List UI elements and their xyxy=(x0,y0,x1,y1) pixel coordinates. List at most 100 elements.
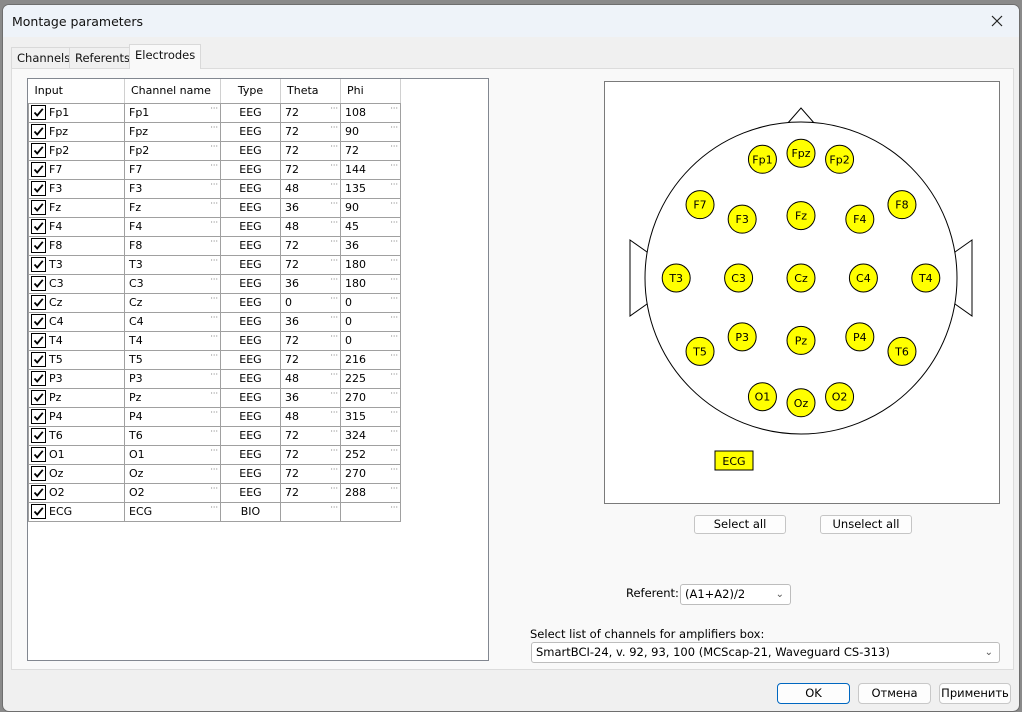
row-checkbox[interactable] xyxy=(31,446,46,462)
table-row[interactable]: O1 O1 ··· EEG 72 ··· 252 ··· xyxy=(28,444,401,465)
ellipsis-icon[interactable]: ··· xyxy=(330,161,338,170)
column-header-channel-name[interactable]: Channel name xyxy=(124,79,221,104)
ellipsis-icon[interactable]: ··· xyxy=(330,142,338,151)
cell-phi[interactable]: 0 ··· xyxy=(340,311,401,332)
row-checkbox[interactable] xyxy=(31,351,46,367)
ellipsis-icon[interactable]: ··· xyxy=(330,370,338,379)
cell-input[interactable]: O1 xyxy=(28,444,125,465)
amplifier-select[interactable]: SmartBCI-24, v. 92, 93, 100 (MCScap-21, … xyxy=(531,642,1000,663)
cell-input[interactable]: C4 xyxy=(28,311,125,332)
cell-type[interactable]: EEG xyxy=(220,292,281,313)
ellipsis-icon[interactable]: ··· xyxy=(390,256,398,265)
table-row[interactable]: F8 F8 ··· EEG 72 ··· 36 ··· xyxy=(28,235,401,256)
ellipsis-icon[interactable]: ··· xyxy=(210,199,218,208)
ellipsis-icon[interactable]: ··· xyxy=(330,275,338,284)
row-checkbox[interactable] xyxy=(31,237,46,253)
row-checkbox[interactable] xyxy=(31,123,46,139)
ellipsis-icon[interactable]: ··· xyxy=(210,446,218,455)
cell-input[interactable]: Oz xyxy=(28,463,125,484)
row-checkbox[interactable] xyxy=(31,427,46,443)
ellipsis-icon[interactable]: ··· xyxy=(390,142,398,151)
cell-phi[interactable]: 270 ··· xyxy=(340,387,401,408)
row-checkbox[interactable] xyxy=(31,332,46,348)
cell-phi[interactable]: 72 ··· xyxy=(340,140,401,161)
cell-input[interactable]: Fp1 xyxy=(28,102,125,123)
cell-phi[interactable]: 315 ··· xyxy=(340,406,401,427)
table-row[interactable]: F4 F4 ··· EEG 48 ··· 45 ··· xyxy=(28,216,401,237)
cell-input[interactable]: F3 xyxy=(28,178,125,199)
cell-phi[interactable]: 252 ··· xyxy=(340,444,401,465)
cell-channel-name[interactable]: F3 ··· xyxy=(124,178,221,199)
electrode-oz[interactable]: Oz xyxy=(786,388,816,418)
cell-input[interactable]: T3 xyxy=(28,254,125,275)
cell-type[interactable]: EEG xyxy=(220,216,281,237)
ellipsis-icon[interactable]: ··· xyxy=(210,294,218,303)
ellipsis-icon[interactable]: ··· xyxy=(210,408,218,417)
ellipsis-icon[interactable]: ··· xyxy=(390,275,398,284)
cell-input[interactable]: T5 xyxy=(28,349,125,370)
row-checkbox[interactable] xyxy=(31,104,46,120)
ellipsis-icon[interactable]: ··· xyxy=(390,484,398,493)
cell-phi[interactable]: 90 ··· xyxy=(340,197,401,218)
ellipsis-icon[interactable]: ··· xyxy=(330,256,338,265)
cell-theta[interactable]: 48 ··· xyxy=(280,216,341,237)
cell-theta[interactable]: 72 ··· xyxy=(280,482,341,503)
cell-type[interactable]: EEG xyxy=(220,368,281,389)
ellipsis-icon[interactable]: ··· xyxy=(210,313,218,322)
row-checkbox[interactable] xyxy=(31,465,46,481)
ellipsis-icon[interactable]: ··· xyxy=(390,427,398,436)
cell-input[interactable]: F7 xyxy=(28,159,125,180)
tab-channels[interactable]: Channels xyxy=(11,47,77,68)
column-header-input[interactable]: Input xyxy=(28,79,125,104)
cell-input[interactable]: Pz xyxy=(28,387,125,408)
electrode-fp2[interactable]: Fp2 xyxy=(825,144,855,174)
ellipsis-icon[interactable]: ··· xyxy=(330,484,338,493)
cell-input[interactable]: Fz xyxy=(28,197,125,218)
row-checkbox[interactable] xyxy=(31,294,46,310)
row-checkbox[interactable] xyxy=(31,370,46,386)
referent-select[interactable]: (A1+A2)/2 ⌄ xyxy=(680,584,791,605)
table-row[interactable]: T5 T5 ··· EEG 72 ··· 216 ··· xyxy=(28,349,401,370)
table-row[interactable]: T4 T4 ··· EEG 72 ··· 0 ··· xyxy=(28,330,401,351)
ellipsis-icon[interactable]: ··· xyxy=(330,104,338,113)
ellipsis-icon[interactable]: ··· xyxy=(330,503,338,512)
row-checkbox[interactable] xyxy=(31,503,46,519)
cell-input[interactable]: T6 xyxy=(28,425,125,446)
cell-type[interactable]: EEG xyxy=(220,330,281,351)
cell-theta[interactable]: 0 ··· xyxy=(280,292,341,313)
cell-channel-name[interactable]: F7 ··· xyxy=(124,159,221,180)
cell-phi[interactable]: 216 ··· xyxy=(340,349,401,370)
cell-type[interactable]: EEG xyxy=(220,197,281,218)
electrode-p3[interactable]: P3 xyxy=(727,322,757,352)
ellipsis-icon[interactable]: ··· xyxy=(390,370,398,379)
cell-channel-name[interactable]: Fz ··· xyxy=(124,197,221,218)
electrode-f7[interactable]: F7 xyxy=(685,190,715,220)
cell-type[interactable]: EEG xyxy=(220,121,281,142)
electrode-c4[interactable]: C4 xyxy=(848,263,878,293)
ellipsis-icon[interactable]: ··· xyxy=(210,503,218,512)
cell-phi[interactable]: 0 ··· xyxy=(340,292,401,313)
ellipsis-icon[interactable]: ··· xyxy=(330,427,338,436)
ellipsis-icon[interactable]: ··· xyxy=(330,313,338,322)
electrode-ecg[interactable]: ECG xyxy=(714,450,754,471)
ellipsis-icon[interactable]: ··· xyxy=(210,275,218,284)
cell-theta[interactable]: 72 ··· xyxy=(280,349,341,370)
ellipsis-icon[interactable]: ··· xyxy=(390,199,398,208)
cell-phi[interactable]: 90 ··· xyxy=(340,121,401,142)
close-button[interactable] xyxy=(975,5,1019,37)
cell-input[interactable]: C3 xyxy=(28,273,125,294)
cell-phi[interactable]: 36 ··· xyxy=(340,235,401,256)
cell-input[interactable]: Fp2 xyxy=(28,140,125,161)
cell-type[interactable]: EEG xyxy=(220,273,281,294)
cell-theta[interactable]: 72 ··· xyxy=(280,102,341,123)
ellipsis-icon[interactable]: ··· xyxy=(210,142,218,151)
cell-input[interactable]: P4 xyxy=(28,406,125,427)
cell-phi[interactable]: 135 ··· xyxy=(340,178,401,199)
apply-button[interactable]: Применить xyxy=(939,683,1011,704)
ellipsis-icon[interactable]: ··· xyxy=(390,503,398,512)
table-row[interactable]: Oz Oz ··· EEG 72 ··· 270 ··· xyxy=(28,463,401,484)
ellipsis-icon[interactable]: ··· xyxy=(330,389,338,398)
ellipsis-icon[interactable]: ··· xyxy=(330,465,338,474)
ellipsis-icon[interactable]: ··· xyxy=(330,446,338,455)
cell-theta[interactable]: 48 ··· xyxy=(280,178,341,199)
